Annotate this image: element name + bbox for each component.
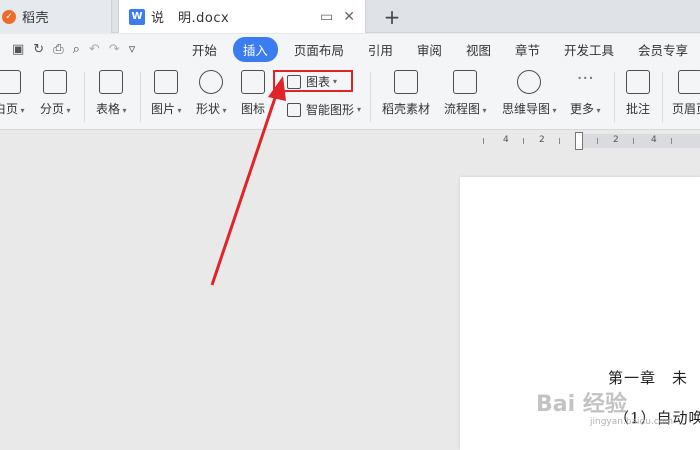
tab-docer-label: 稻壳 (22, 11, 50, 26)
blank-page-button[interactable]: 白页 (0, 70, 25, 117)
icon-label: 图标 (241, 102, 266, 116)
page-break-icon (43, 70, 68, 94)
shape-button[interactable]: 形状 (196, 70, 227, 117)
print-icon[interactable]: ⎙ (53, 42, 63, 57)
flowchart-button[interactable]: 流程图 (444, 70, 487, 117)
tab-document-label: 说 明.docx (151, 11, 230, 26)
menu-tabs: 开始 插入 页面布局 引用 审阅 视图 章节 开发工具 会员专享 (180, 36, 700, 62)
more-dots-icon: ··· (576, 68, 594, 89)
ribbon-divider (614, 72, 615, 122)
baidu-watermark: Bai 经验 (536, 392, 627, 417)
blank-page-label: 白页 (0, 100, 25, 117)
header-footer-button[interactable]: 页眉页 (672, 70, 700, 117)
mindmap-button[interactable]: 思维导图 (502, 70, 557, 117)
quick-access-toolbar: ▣ ↻ ⎙ ⌕ ↶ ↷ ▿ (0, 42, 180, 57)
menu-bar: ▣ ↻ ⎙ ⌕ ↶ ↷ ▿ 开始 插入 页面布局 引用 审阅 视图 章节 开发工具 会员专享 (0, 34, 700, 64)
picture-label: 图片 (151, 100, 182, 117)
chapter-heading: 第一章 未 (608, 369, 689, 387)
menu-tab-1[interactable]: 插入 (232, 36, 278, 62)
flowchart-icon (453, 70, 478, 94)
baidu-watermark-url: jingyan.baidu.com (590, 417, 674, 427)
header-footer-icon (678, 70, 700, 94)
mindmap-icon (517, 70, 542, 94)
flowchart-label: 流程图 (444, 100, 487, 117)
pin-window-icon[interactable]: ▭ (320, 9, 333, 25)
undo-icon[interactable]: ↶ (89, 42, 100, 57)
tab-document[interactable]: W 说 明.docx ▭ ✕ (118, 0, 366, 33)
docer-assets-icon (394, 70, 418, 94)
tab-docer[interactable]: ✓ 稻壳 (0, 0, 112, 33)
picture-button[interactable]: 图片 (151, 70, 182, 117)
page-break-button[interactable]: 分页 (40, 70, 71, 117)
ribbon-divider (84, 72, 85, 122)
close-tab-icon[interactable]: ✕ (343, 9, 355, 25)
icon-button[interactable]: 图标 (241, 70, 265, 117)
smart-art-button[interactable]: 智能图形 ▾ (287, 101, 361, 118)
table-button[interactable]: 表格 (96, 70, 127, 117)
ruler-mark: 4 (651, 135, 657, 145)
menu-tab-6[interactable]: 章节 (503, 37, 552, 62)
smart-art-label: 智能图形 (306, 103, 355, 117)
shape-icon (199, 70, 224, 94)
customize-toolbar-icon[interactable]: ▿ (129, 42, 136, 57)
ruler-mark: 4 (503, 135, 509, 145)
redo-history-icon[interactable]: ↻ (33, 42, 44, 57)
word-doc-icon: W (129, 8, 145, 25)
more-button[interactable]: ··· 更多 (570, 70, 601, 117)
docer-assets-label: 稻壳素材 (382, 102, 431, 116)
comment-icon (626, 70, 650, 94)
redo-icon[interactable]: ↷ (109, 42, 120, 57)
ribbon-divider (370, 72, 371, 122)
more-label: 更多 (570, 100, 601, 117)
ruler-mark: 2 (613, 135, 619, 145)
menu-tab-3[interactable]: 引用 (356, 37, 405, 62)
title-bar: ✓ 稻壳 W 说 明.docx ▭ ✕ + (0, 0, 700, 33)
docer-logo-icon: ✓ (2, 9, 16, 24)
menu-tab-7[interactable]: 开发工具 (552, 37, 626, 62)
table-label: 表格 (96, 100, 127, 117)
print-preview-icon[interactable]: ⌕ (73, 42, 80, 57)
picture-icon (154, 70, 179, 94)
comment-label: 批注 (626, 102, 651, 116)
ribbon-divider (662, 72, 663, 122)
blank-page-icon (0, 70, 22, 94)
shape-label: 形状 (196, 100, 227, 117)
docer-assets-button[interactable]: 稻壳素材 (382, 70, 430, 117)
chart-highlight-box (273, 70, 353, 92)
menu-tab-0[interactable]: 开始 (180, 37, 229, 62)
mindmap-label: 思维导图 (502, 100, 557, 117)
page-break-label: 分页 (40, 100, 71, 117)
ruler-mark: 2 (539, 135, 545, 145)
smart-art-dropdown-icon: ▾ (357, 105, 362, 114)
menu-tab-2[interactable]: 页面布局 (282, 37, 356, 62)
horizontal-ruler[interactable]: 4 2 2 4 (475, 132, 700, 150)
header-footer-label: 页眉页 (672, 102, 700, 116)
comment-button[interactable]: 批注 (626, 70, 650, 117)
menu-tab-8[interactable]: 会员专享 (626, 37, 700, 62)
indent-marker-icon[interactable] (575, 132, 583, 150)
table-icon (99, 70, 124, 94)
new-tab-button[interactable]: + (380, 0, 404, 33)
smart-art-icon (287, 102, 301, 117)
icon-library-icon (241, 70, 265, 94)
ruler-text-area (583, 134, 700, 148)
ribbon-divider (140, 72, 141, 122)
menu-tab-5[interactable]: 视图 (454, 37, 503, 62)
menu-tab-4[interactable]: 审阅 (405, 37, 454, 62)
save-icon[interactable]: ▣ (12, 42, 24, 57)
